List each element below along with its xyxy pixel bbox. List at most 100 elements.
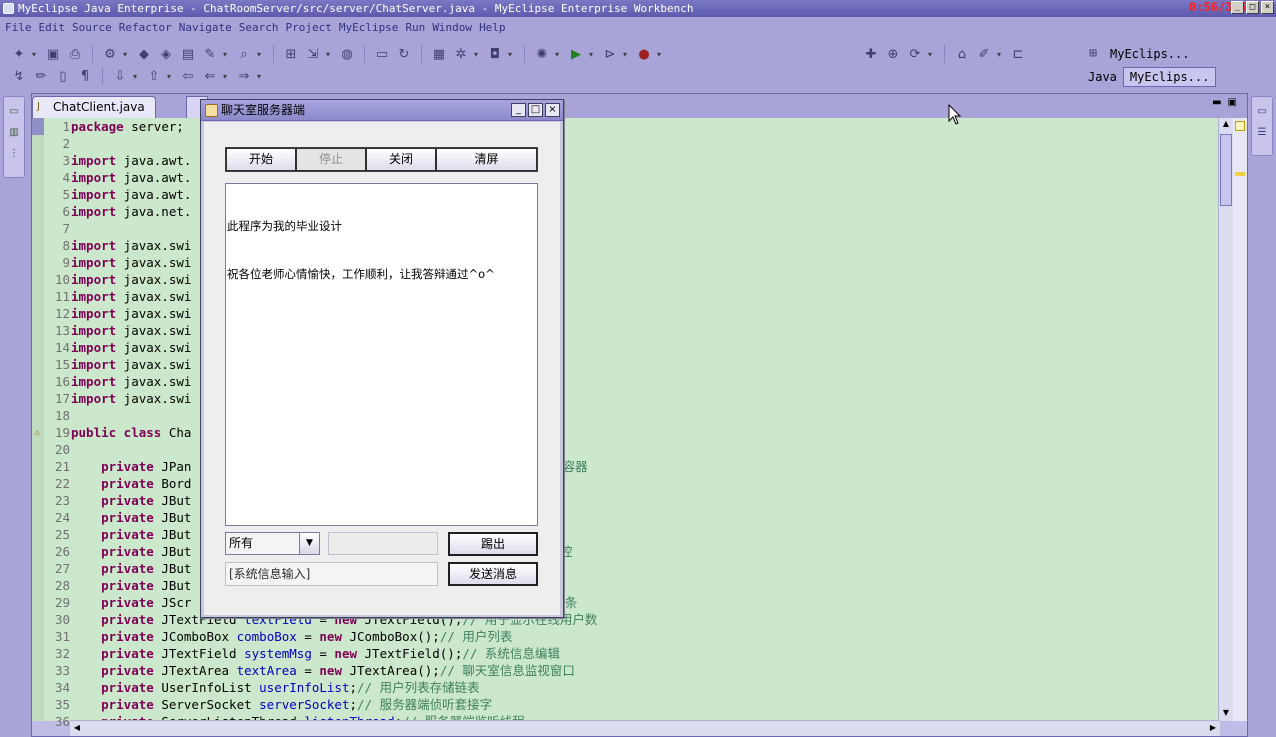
message-monitor-area[interactable]: 此程序为我的毕业设计 祝各位老师心情愉快，工作顺利，让我答辩通过^o^ xyxy=(225,183,538,526)
horizontal-scrollbar[interactable]: ◀ ▶ xyxy=(70,720,1220,736)
dialog-minimize-icon[interactable]: _ xyxy=(511,103,526,117)
menu-help[interactable]: Help xyxy=(478,21,512,34)
highlight-icon[interactable]: ✏ xyxy=(32,67,50,85)
hierarchy-icon[interactable]: ⊕ xyxy=(884,45,902,63)
code-text: import javax.swi xyxy=(71,323,192,338)
navigation-toolbar: ↯ ✏ ▯ ¶ ⇩ ▾ ⇧ ▾ ⇦ ⇐ ▾ ⇒ ▾ xyxy=(8,65,267,87)
perspective-myeclipse-active[interactable]: MyEclips... xyxy=(1122,66,1217,87)
start-button[interactable]: 开始 xyxy=(226,148,296,171)
menu-run[interactable]: Run xyxy=(404,21,431,34)
scroll-left-icon[interactable]: ◀ xyxy=(72,723,82,732)
line-number: 34 xyxy=(54,680,70,695)
dialog-maximize-icon[interactable]: □ xyxy=(528,103,543,117)
search-web-icon[interactable]: ⌕ xyxy=(235,45,253,63)
code-text: private JTextArea textArea = new JTextAr… xyxy=(101,663,575,678)
run-external-icon[interactable]: ⊳ xyxy=(601,45,619,63)
menu-edit[interactable]: Edit xyxy=(38,21,72,34)
clear-screen-button[interactable]: 清屏 xyxy=(436,148,537,171)
package-icon[interactable]: ◆ xyxy=(135,45,153,63)
left-trim-stack: ▭ ▥ ⋮ xyxy=(3,96,25,178)
warning-icon[interactable]: ⚠ xyxy=(34,427,45,438)
camera-icon[interactable]: ◘ xyxy=(486,45,504,63)
minimize-icon[interactable]: _ xyxy=(1231,1,1244,14)
vertical-scrollbar[interactable]: ▲ ▼ xyxy=(1218,118,1233,721)
tab-chatclient[interactable]: J ChatClient.java xyxy=(32,96,156,118)
menu-source[interactable]: Source xyxy=(71,21,118,34)
overview-marker[interactable] xyxy=(1235,172,1245,176)
menu-search[interactable]: Search xyxy=(238,21,285,34)
perspective-java[interactable]: Java xyxy=(1082,68,1123,86)
system-message-input[interactable]: [系统信息输入] xyxy=(225,562,438,586)
menu-project[interactable]: Project xyxy=(284,21,337,34)
debug-icon[interactable]: ✺ xyxy=(533,45,551,63)
new-dropdown-icon[interactable]: ▾ xyxy=(30,50,38,59)
line-number: 16 xyxy=(54,374,70,389)
block-select-icon[interactable]: ▯ xyxy=(54,67,72,85)
line-number: 25 xyxy=(54,527,70,542)
dialog-title-bar[interactable]: 聊天室服务器端 _ □ × xyxy=(201,100,563,121)
kick-button[interactable]: 踢出 xyxy=(448,532,538,556)
hierarchy-view-icon[interactable]: ⋮ xyxy=(8,148,20,160)
refresh-icon[interactable]: ↻ xyxy=(395,45,413,63)
workbench-window: MyEclipse Java Enterprise - ChatRoomServ… xyxy=(0,0,1276,737)
new-icon[interactable]: ✦ xyxy=(10,45,28,63)
prev-edit-icon[interactable]: ⇧ xyxy=(145,67,163,85)
server-icon[interactable]: ▤ xyxy=(179,45,197,63)
line-number: 1 xyxy=(62,119,70,134)
open-folder-icon[interactable]: ⊏ xyxy=(1009,45,1027,63)
menu-refactor[interactable]: Refactor xyxy=(118,21,178,34)
folder-icon[interactable]: ▭ xyxy=(373,45,391,63)
window-controls: _ □ × xyxy=(1231,1,1274,14)
last-edit-icon[interactable]: ⇦ xyxy=(179,67,197,85)
send-message-button[interactable]: 发送消息 xyxy=(448,562,538,586)
forward-icon[interactable]: ⇒ xyxy=(235,67,253,85)
next-annotation-icon[interactable]: ↯ xyxy=(10,67,28,85)
user-combo-box[interactable]: 所有 ▼ xyxy=(225,532,320,555)
package-explorer-icon[interactable]: ▥ xyxy=(8,127,20,139)
dialog-close-icon[interactable]: × xyxy=(545,103,560,117)
line-number: 13 xyxy=(54,323,70,338)
cube-icon[interactable]: ◈ xyxy=(157,45,175,63)
globe-icon[interactable]: ◍ xyxy=(338,45,356,63)
minimize-editor-icon[interactable]: ▬ xyxy=(1212,97,1221,108)
restore-icon[interactable]: ▭ xyxy=(8,106,20,118)
open-resource-icon[interactable]: ✐ xyxy=(975,45,993,63)
network-icon[interactable]: ⊞ xyxy=(282,45,300,63)
wand-icon[interactable]: ✎ xyxy=(201,45,219,63)
show-whitespace-icon[interactable]: ¶ xyxy=(76,67,94,85)
new-package-icon[interactable]: ⟳ xyxy=(906,45,924,63)
scroll-right-icon[interactable]: ▶ xyxy=(1208,723,1218,732)
perspective-myeclipse-top[interactable]: MyEclips... xyxy=(1104,45,1195,63)
open-perspective-icon[interactable]: ⊞ xyxy=(1084,45,1102,63)
scroll-up-icon[interactable]: ▲ xyxy=(1221,119,1231,131)
menu-myeclipse[interactable]: MyEclipse xyxy=(338,21,405,34)
stop-external-icon[interactable]: ● xyxy=(635,45,653,63)
chevron-down-icon[interactable]: ▼ xyxy=(299,533,319,554)
open-type-icon[interactable]: ⌂ xyxy=(953,45,971,63)
save-icon[interactable]: ▣ xyxy=(44,45,62,63)
run-server-icon[interactable]: ✲ xyxy=(452,45,470,63)
menu-window[interactable]: Window xyxy=(431,21,478,34)
close-server-button[interactable]: 关闭 xyxy=(366,148,436,171)
next-edit-icon[interactable]: ⇩ xyxy=(111,67,129,85)
restore-right-icon[interactable]: ▭ xyxy=(1256,106,1268,118)
menu-navigate[interactable]: Navigate xyxy=(178,21,238,34)
stop-button[interactable]: 停止 xyxy=(296,148,366,171)
new-class-icon[interactable]: ✚ xyxy=(862,45,880,63)
maximize-editor-icon[interactable]: ▣ xyxy=(1228,97,1237,108)
menu-bar: File Edit Source Refactor Navigate Searc… xyxy=(0,17,1276,38)
menu-file[interactable]: File xyxy=(4,21,38,34)
grid-icon[interactable]: ▦ xyxy=(430,45,448,63)
close-icon[interactable]: × xyxy=(1261,1,1274,14)
scroll-thumb[interactable] xyxy=(1220,134,1232,206)
right-trim-stack: ▭ ☰ xyxy=(1251,96,1273,156)
print-icon[interactable]: ⎙ xyxy=(66,45,84,63)
run-icon[interactable]: ▶ xyxy=(567,45,585,63)
deploy-icon[interactable]: ⚙ xyxy=(101,45,119,63)
scroll-down-icon[interactable]: ▼ xyxy=(1221,708,1231,720)
combo-value: 所有 xyxy=(229,536,254,550)
back-icon[interactable]: ⇐ xyxy=(201,67,219,85)
outline-icon[interactable]: ☰ xyxy=(1256,127,1268,139)
export-icon[interactable]: ⇲ xyxy=(304,45,322,63)
maximize-icon[interactable]: □ xyxy=(1246,1,1259,14)
